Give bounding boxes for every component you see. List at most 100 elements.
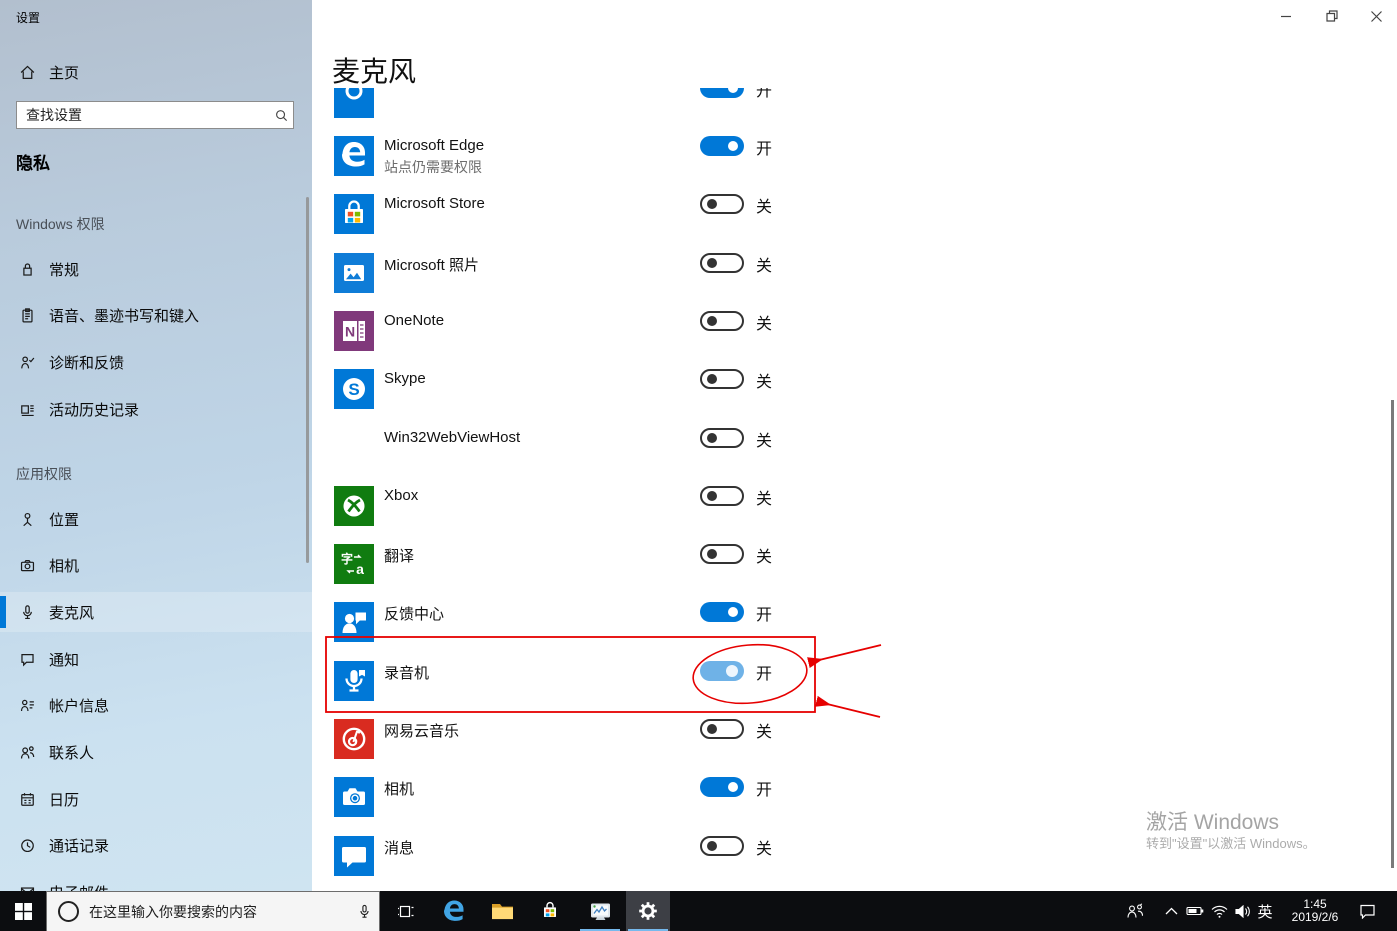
settings-sidebar: 设置 主页 隐私 Windows 权限 常规 语音、墨迹书写和键入 诊断和反馈 … bbox=[0, 0, 312, 891]
action-center-icon[interactable] bbox=[1352, 891, 1382, 931]
app-permission-row-消息: 消息 关 bbox=[332, 835, 898, 878]
permission-toggle[interactable] bbox=[700, 777, 744, 798]
taskbar-mic-icon[interactable] bbox=[349, 904, 379, 919]
store-icon bbox=[334, 194, 374, 235]
window-title: 设置 bbox=[16, 11, 41, 25]
permission-toggle[interactable] bbox=[700, 602, 744, 623]
permission-toggle[interactable] bbox=[700, 252, 744, 273]
people-tray-icon[interactable] bbox=[1120, 891, 1150, 931]
sidebar-item-16[interactable]: 日历 bbox=[0, 779, 312, 819]
main-scrollbar[interactable] bbox=[1391, 400, 1394, 868]
app-permission-row-翻译: 字a 翻译 关 bbox=[332, 544, 898, 586]
sidebar-item-10[interactable]: 位置 bbox=[0, 499, 312, 539]
email-icon bbox=[18, 884, 36, 891]
permission-toggle[interactable] bbox=[700, 310, 744, 331]
sidebar-item-label: 位置 bbox=[49, 511, 80, 529]
clock-date: 2019/2/6 bbox=[1291, 910, 1339, 924]
toggle-state-label: 关 bbox=[756, 374, 773, 392]
sidebar-item-15[interactable]: 联系人 bbox=[0, 733, 312, 773]
permission-toggle[interactable] bbox=[700, 427, 744, 448]
permission-toggle[interactable] bbox=[700, 485, 744, 506]
permission-toggle[interactable] bbox=[700, 835, 744, 856]
svg-text:字: 字 bbox=[341, 551, 353, 566]
app-name: Skype bbox=[384, 370, 426, 388]
call-history-icon bbox=[18, 837, 36, 855]
app-permission-row-OneNote: N OneNote 关 bbox=[332, 310, 898, 353]
sidebar-item-11[interactable]: 相机 bbox=[0, 546, 312, 586]
sidebar-item-1[interactable]: 语音、墨迹书写和键入 bbox=[0, 296, 312, 336]
sidebar-item-label: 麦克风 bbox=[49, 604, 95, 622]
feedback-hub-icon bbox=[334, 602, 374, 643]
activity-history-icon bbox=[18, 400, 36, 418]
app-permission-row-Xbox: Xbox 关 bbox=[332, 485, 898, 528]
minimize-button[interactable] bbox=[1264, 0, 1309, 32]
clock[interactable]: 1:45 2019/2/6 bbox=[1282, 891, 1348, 931]
sidebar-scrollbar[interactable] bbox=[306, 197, 309, 563]
app-permission-row-Win32WebViewHost: Win32WebViewHost 关 bbox=[332, 427, 898, 470]
skype-icon: S bbox=[334, 369, 374, 410]
app-permission-row-网易云音乐: 网易云音乐 关 bbox=[332, 719, 898, 761]
search-icon[interactable] bbox=[269, 103, 293, 127]
svg-text:S: S bbox=[348, 380, 359, 399]
store-taskbar-icon[interactable] bbox=[528, 891, 572, 931]
voice-recorder-icon bbox=[334, 660, 374, 701]
permission-toggle[interactable] bbox=[700, 660, 744, 681]
cortana-icon[interactable] bbox=[58, 901, 79, 922]
translator-icon: 字a bbox=[334, 544, 374, 585]
sidebar-item-17[interactable]: 通话记录 bbox=[0, 826, 312, 866]
permission-toggle[interactable] bbox=[700, 136, 744, 156]
settings-taskbar-icon[interactable] bbox=[626, 891, 670, 931]
app-name: Xbox bbox=[384, 486, 419, 504]
sidebar-item-2[interactable]: 诊断和反馈 bbox=[0, 342, 312, 382]
sidebar-item-label: 常规 bbox=[49, 261, 80, 279]
tray-chevron-icon[interactable] bbox=[1158, 891, 1184, 931]
sidebar-item-14[interactable]: 帐户信息 bbox=[0, 686, 312, 726]
activate-windows-watermark-sub: 转到"设置"以激活 Windows。 bbox=[1146, 836, 1316, 851]
task-view-button[interactable] bbox=[384, 891, 428, 931]
taskbar-search-box[interactable]: 在这里输入你要搜索的内容 bbox=[46, 891, 380, 931]
app-permission-row-Microsoft Edge: Microsoft Edge 站点仍需要权限 开 bbox=[332, 136, 898, 178]
close-button[interactable] bbox=[1354, 0, 1397, 32]
permission-toggle[interactable] bbox=[700, 194, 744, 215]
edge-taskbar-icon[interactable] bbox=[432, 891, 476, 931]
app-name: 反馈中心 bbox=[384, 606, 445, 624]
toggle-state-label: 开 bbox=[756, 782, 773, 800]
permission-toggle[interactable] bbox=[700, 88, 744, 98]
task-manager-icon[interactable] bbox=[578, 891, 622, 931]
contacts-icon bbox=[18, 744, 36, 762]
language-indicator[interactable]: 英 bbox=[1252, 891, 1278, 931]
toggle-state-label: 关 bbox=[756, 257, 773, 275]
notifications-icon bbox=[18, 650, 36, 668]
app-permission-list: 开 Microsoft Edge 站点仍需要权限 开 Microsoft Sto… bbox=[332, 88, 898, 891]
diagnostics-icon bbox=[18, 353, 36, 371]
permission-toggle[interactable] bbox=[700, 369, 744, 390]
sidebar-item-3[interactable]: 活动历史记录 bbox=[0, 389, 312, 429]
sidebar-item-home[interactable]: 主页 bbox=[0, 52, 312, 92]
location-icon bbox=[18, 510, 36, 528]
settings-search-box[interactable] bbox=[16, 101, 294, 129]
battery-icon[interactable] bbox=[1182, 891, 1208, 931]
app-permission-row-反馈中心: 反馈中心 开 bbox=[332, 602, 898, 644]
wifi-icon[interactable] bbox=[1206, 891, 1232, 931]
permission-toggle[interactable] bbox=[700, 719, 744, 739]
toggle-state-label: 关 bbox=[756, 549, 773, 567]
permission-toggle[interactable] bbox=[700, 544, 744, 565]
lock-icon bbox=[18, 260, 36, 278]
app-name: OneNote bbox=[384, 311, 445, 329]
sidebar-item-18[interactable]: 电子邮件 bbox=[0, 873, 312, 891]
app-name: 录音机 bbox=[384, 664, 430, 682]
toggle-state-label: 关 bbox=[756, 432, 773, 450]
settings-search-input[interactable] bbox=[17, 107, 269, 123]
sidebar-item-0[interactable]: 常规 bbox=[0, 249, 312, 289]
restore-button[interactable] bbox=[1309, 0, 1354, 32]
file-explorer-icon[interactable] bbox=[480, 891, 524, 931]
calendar-icon bbox=[18, 790, 36, 808]
app-name: Microsoft Edge bbox=[384, 137, 485, 154]
sidebar-item-13[interactable]: 通知 bbox=[0, 639, 312, 679]
start-button[interactable] bbox=[0, 891, 46, 931]
edge-icon bbox=[334, 136, 374, 176]
app-permission-row-相机: 相机 开 bbox=[332, 777, 898, 819]
app-permission-row-Skype: S Skype 关 bbox=[332, 369, 898, 411]
sidebar-item-12[interactable]: 麦克风 bbox=[0, 592, 312, 633]
sidebar-item-label: 帐户信息 bbox=[49, 698, 110, 716]
